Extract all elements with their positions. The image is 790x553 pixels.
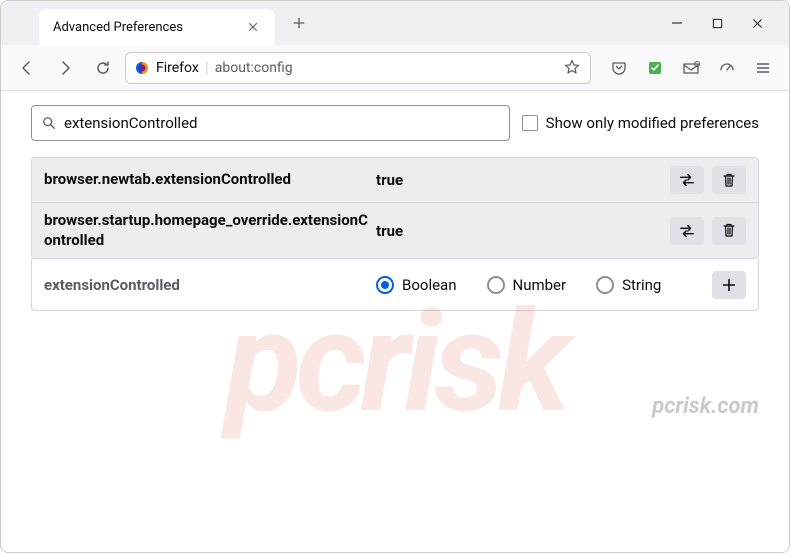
tab-active[interactable]: Advanced Preferences: [39, 9, 275, 45]
delete-button[interactable]: [712, 217, 746, 245]
search-input[interactable]: [64, 114, 499, 132]
radio-label: Boolean: [402, 276, 457, 294]
add-button[interactable]: [712, 271, 746, 299]
close-window-button[interactable]: [747, 13, 767, 33]
menu-button[interactable]: [747, 54, 779, 82]
extension-icon[interactable]: [639, 54, 671, 82]
new-tab-button[interactable]: [285, 9, 313, 37]
back-button[interactable]: [11, 52, 43, 84]
delete-button[interactable]: [712, 166, 746, 194]
maximize-button[interactable]: [707, 13, 727, 33]
pref-table: browser.newtab.extensionControlled true …: [31, 157, 759, 259]
add-pref-row: extensionControlled Boolean Number Strin…: [31, 259, 759, 311]
radio-label: Number: [513, 276, 567, 294]
pref-value: true: [376, 171, 670, 189]
search-box[interactable]: [31, 105, 510, 141]
radio-boolean[interactable]: Boolean: [376, 276, 457, 294]
search-row: Show only modified preferences: [31, 105, 759, 141]
window-controls: [667, 13, 789, 33]
radio-indicator: [376, 276, 394, 294]
search-icon: [42, 116, 56, 130]
pref-row[interactable]: browser.startup.homepage_override.extens…: [32, 202, 758, 258]
show-modified-checkbox[interactable]: [522, 115, 538, 131]
radio-label: String: [622, 276, 661, 294]
toggle-button[interactable]: [670, 166, 704, 194]
radio-indicator: [487, 276, 505, 294]
url-bar[interactable]: Firefox | about:config: [125, 52, 591, 84]
radio-string[interactable]: String: [596, 276, 661, 294]
firefox-logo-icon: [134, 60, 150, 76]
type-radio-group: Boolean Number String: [376, 276, 712, 294]
tab-close-button[interactable]: [245, 19, 261, 35]
add-pref-name: extensionControlled: [44, 276, 376, 294]
radio-indicator: [596, 276, 614, 294]
bookmark-star-icon[interactable]: [564, 59, 582, 77]
pocket-icon[interactable]: [603, 54, 635, 82]
url-path: about:config: [215, 60, 293, 76]
show-modified-checkbox-wrap[interactable]: Show only modified preferences: [522, 114, 759, 132]
show-modified-label: Show only modified preferences: [546, 114, 759, 132]
toolbar: Firefox | about:config: [1, 45, 789, 91]
titlebar: Advanced Preferences: [1, 1, 789, 45]
pref-row[interactable]: browser.newtab.extensionControlled true: [32, 158, 758, 202]
radio-number[interactable]: Number: [487, 276, 567, 294]
toggle-button[interactable]: [670, 217, 704, 245]
minimize-button[interactable]: [667, 13, 687, 33]
reload-button[interactable]: [87, 52, 119, 84]
toolbar-extension-icons: [597, 54, 779, 82]
mail-icon[interactable]: [675, 54, 707, 82]
forward-button[interactable]: [49, 52, 81, 84]
url-separator: |: [205, 58, 209, 77]
tab-title: Advanced Preferences: [53, 20, 245, 35]
pref-value: true: [376, 222, 670, 240]
dashboard-icon[interactable]: [711, 54, 743, 82]
pref-name: browser.newtab.extensionControlled: [44, 170, 376, 190]
pref-name: browser.startup.homepage_override.extens…: [44, 211, 376, 250]
url-scheme: Firefox: [156, 60, 199, 76]
